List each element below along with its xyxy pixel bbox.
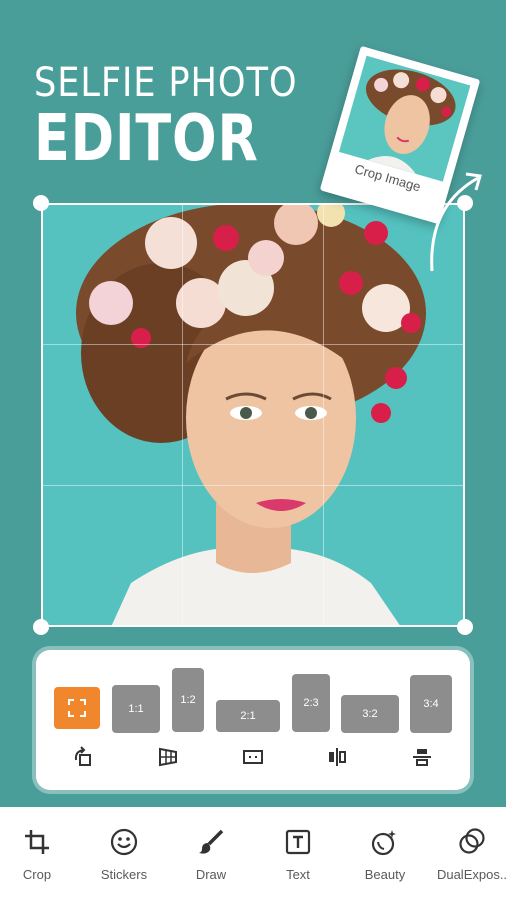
ratio-3-4-button[interactable]: 3:4 xyxy=(410,675,452,733)
ratio-1-2-button[interactable]: 1:2 xyxy=(172,668,204,732)
nav-label: Stickers xyxy=(100,867,148,882)
brush-icon xyxy=(171,825,251,859)
crop-handle-bottom-left[interactable] xyxy=(33,619,49,635)
nav-stickers[interactable]: Stickers xyxy=(84,825,164,882)
nav-draw[interactable]: Draw xyxy=(171,825,251,882)
promo-headline: SELFIE PHOTO EDITOR xyxy=(34,60,333,172)
ratio-3-2-button[interactable]: 3:2 xyxy=(341,695,399,733)
crop-ratio-panel: 1:1 1:2 2:1 2:3 3:2 3:4 xyxy=(36,650,470,790)
nav-text[interactable]: Text xyxy=(258,825,338,882)
bottom-toolbar: Crop Stickers Draw Text Beauty DualExpos… xyxy=(0,807,506,900)
crop-icon xyxy=(0,825,77,859)
dual-exposure-icon xyxy=(432,825,506,859)
nav-label: Crop xyxy=(22,867,52,882)
headline-line2: EDITOR xyxy=(34,102,259,176)
nav-dual-exposure[interactable]: DualExpos.. xyxy=(432,825,506,882)
nav-beauty[interactable]: Beauty xyxy=(345,825,425,882)
ratio-1-1-button[interactable]: 1:1 xyxy=(112,685,160,733)
smiley-icon xyxy=(84,825,164,859)
perspective-icon[interactable] xyxy=(155,744,181,770)
nav-crop[interactable]: Crop xyxy=(0,825,77,882)
flip-horizontal-icon[interactable] xyxy=(324,744,350,770)
curved-arrow-icon xyxy=(430,172,482,272)
frame-icon[interactable] xyxy=(240,744,266,770)
crop-handle-top-left[interactable] xyxy=(33,195,49,211)
nav-label: DualExpos.. xyxy=(436,867,506,882)
crop-frame[interactable] xyxy=(41,203,465,627)
nav-label: Beauty xyxy=(364,867,406,882)
text-icon xyxy=(258,825,338,859)
crop-handle-bottom-right[interactable] xyxy=(457,619,473,635)
free-crop-icon xyxy=(68,699,86,717)
beauty-icon xyxy=(345,825,425,859)
ratio-2-1-button[interactable]: 2:1 xyxy=(216,700,280,732)
nav-label: Text xyxy=(286,867,310,882)
flip-vertical-icon[interactable] xyxy=(409,744,435,770)
headline-line1: SELFIE PHOTO xyxy=(34,60,298,106)
ratio-free-button[interactable] xyxy=(54,687,100,729)
nav-label: Draw xyxy=(195,867,227,882)
editor-canvas: SELFIE PHOTO EDITOR Crop Image 1:1 1:2 2… xyxy=(0,0,506,807)
rotate-icon[interactable] xyxy=(70,744,96,770)
ratio-2-3-button[interactable]: 2:3 xyxy=(292,674,330,732)
